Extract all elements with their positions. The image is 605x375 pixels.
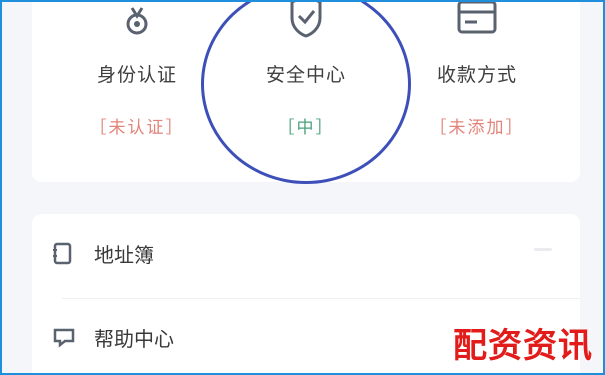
- badge-icon: [117, 2, 157, 46]
- shield-check-icon: [286, 2, 326, 44]
- account-entries-card: 身份认证 ［未认证］ 安全中心 ［中］ 收款方式 ［未添加］: [32, 2, 580, 182]
- watermark-text: 配资资讯: [453, 326, 593, 366]
- entry-label: 收款方式: [436, 64, 517, 86]
- status-badge: ［未添加］: [429, 118, 525, 138]
- list-item-address-book[interactable]: 地址簿: [32, 222, 580, 282]
- list-item-label: 地址簿: [94, 243, 154, 267]
- entry-label: 安全中心: [265, 64, 346, 86]
- entry-label: 身份认证: [96, 64, 177, 86]
- address-book-icon: [52, 242, 74, 270]
- status-badge: ［中］: [277, 118, 335, 138]
- divider: [62, 298, 580, 299]
- status-badge: ［未认证］: [89, 118, 185, 138]
- card-icon: [455, 2, 499, 44]
- chevron-right-icon: [534, 248, 552, 251]
- app-screen: 身份认证 ［未认证］ 安全中心 ［中］ 收款方式 ［未添加］ 地址簿 帮助中心 …: [0, 0, 605, 375]
- list-item-label: 帮助中心: [94, 327, 174, 351]
- help-icon: [52, 326, 76, 352]
